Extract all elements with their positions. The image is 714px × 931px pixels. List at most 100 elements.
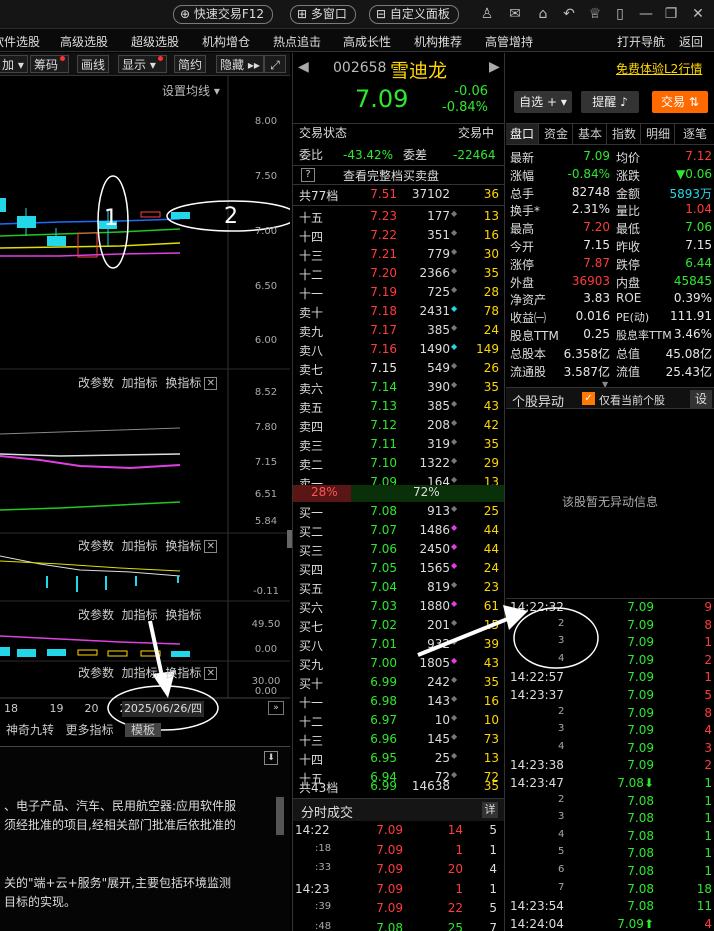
back-icon[interactable]: ↶ [561,6,577,22]
add-indicator-button[interactable]: 加指标 [122,376,158,390]
menu-item[interactable]: 机构推荐 [414,33,462,50]
help-icon[interactable]: ? [301,168,315,182]
orderbook-level[interactable]: 十二 6.97 10 ◆ 10 [293,713,504,732]
close-panel-icon[interactable]: ✕ [204,377,218,390]
tab-tick[interactable]: 逐笔 [676,124,714,144]
kline-chart-area[interactable]: 设置均线 ▾ 1 2 8.00 7.50 7.00 6.50 6.00 改参数 … [0,76,290,746]
orderbook-level[interactable]: 十一 6.98 143 ◆ 16 [293,694,504,713]
params-button[interactable]: 改参数 [78,539,114,553]
orderbook-level[interactable]: 买六 7.03 1880 ◆ 61 [293,599,504,618]
tab-index[interactable]: 指数 [608,124,641,144]
add-indicator-button[interactable]: 加指标 [122,539,158,553]
menu-item[interactable]: 机构增仓 [202,33,250,50]
tab-basic[interactable]: 基本 [574,124,607,144]
orderbook-level[interactable]: 买八 7.01 932 ◆ 39 [293,637,504,656]
add-indicator-button[interactable]: 加指标 [122,608,158,622]
quote-value: 0.016 [575,309,610,324]
tab-template[interactable]: 模板 [124,723,161,737]
switch-indicator-button[interactable]: 换指标 [165,376,201,390]
orderbook-level[interactable]: 卖九 7.17 385 ◆ 24 [293,323,504,342]
orderbook-level[interactable]: 十三 7.21 779 ◆ 30 [293,247,504,266]
orderbook-level[interactable]: 卖六 7.14 390 ◆ 35 [293,380,504,399]
menu-item[interactable]: 高级选股 [60,33,108,50]
orderbook-level[interactable]: 买五 7.04 819 ◆ 23 [293,580,504,599]
orderbook-level[interactable]: 买二 7.07 1486 ◆ 44 [293,523,504,542]
orderbook-level[interactable]: 十四 7.22 351 ◆ 16 [293,228,504,247]
minimize-icon[interactable]: — [638,6,654,22]
orderbook-level[interactable]: 买十 6.99 242 ◆ 35 [293,675,504,694]
mail-icon[interactable]: ✉ [507,6,523,22]
trade-button[interactable]: 交易 ⇅ [652,91,708,113]
tab-detail[interactable]: 明细 [642,124,675,144]
switch-indicator-button[interactable]: 换指标 [165,666,201,680]
custom-panel-button[interactable]: ⊟ 自定义面板 [369,5,459,24]
chips-button[interactable]: 筹码 [30,55,70,73]
orderbook-level[interactable]: 买一 7.08 913 ◆ 25 [293,504,504,523]
quick-trade-button[interactable]: ⊕ 快速交易F12 [173,5,274,24]
orderbook-level[interactable]: 十四 6.95 25 ◆ 13 [293,751,504,770]
tick-price: 7.08 [627,828,654,843]
menu-item[interactable]: 打开导航 [617,33,665,50]
scrollbar[interactable] [276,797,284,835]
watchlist-button[interactable]: 自选 + ▾ [514,91,572,113]
switch-indicator-button[interactable]: 换指标 [165,539,201,553]
menu-item[interactable]: 热点追击 [273,33,321,50]
detail-button[interactable]: 详 [482,802,498,818]
multi-window-button[interactable]: ⊞ 多窗口 [290,5,356,24]
add-indicator-button[interactable]: 加指标 [122,666,158,680]
next-stock-icon[interactable]: ▶ [489,59,500,75]
tab-magic-nine[interactable]: 神奇九转 [6,723,54,737]
orderbook-level[interactable]: 卖五 7.13 385 ◆ 43 [293,399,504,418]
draw-line-button[interactable]: 画线 [77,55,110,73]
orderbook-level[interactable]: 十三 6.96 145 ◆ 73 [293,732,504,751]
only-current-checkbox[interactable]: ✓ [582,392,595,405]
orderbook-level[interactable]: 卖八 7.16 1490 ◆ 149 [293,342,504,361]
params-button[interactable]: 改参数 [78,608,114,622]
add-dropdown[interactable]: 加 ▾ [0,55,28,73]
orderbook-level[interactable]: 买九 7.00 1805 ◆ 43 [293,656,504,675]
orderbook-level[interactable]: 买三 7.06 2450 ◆ 44 [293,542,504,561]
orderbook-level[interactable]: 卖十 7.18 2431 ◆ 78 [293,304,504,323]
view-full-book-button[interactable]: ? 查看完整档买卖盘 [293,165,504,185]
fullscreen-icon[interactable]: ⤢ [264,55,286,73]
params-button[interactable]: 改参数 [78,376,114,390]
orderbook-level[interactable]: 买四 7.05 1565 ◆ 24 [293,561,504,580]
menu-item[interactable]: 高管增持 [485,33,533,50]
tab-orderbook[interactable]: 盘口 [506,124,539,144]
switch-indicator-button[interactable]: 换指标 [165,608,201,622]
tab-more-indicators[interactable]: 更多指标 [65,723,113,737]
params-button[interactable]: 改参数 [78,666,114,680]
menu-item[interactable]: 返回 [679,33,703,50]
menu-item[interactable]: 软件选股 [0,33,40,50]
hide-button[interactable]: 隐藏 ▸▸ [216,55,264,73]
tab-funds[interactable]: 资金 [540,124,573,144]
collapse-icon[interactable]: ⬇ [264,751,278,765]
prev-stock-icon[interactable]: ◀ [298,59,309,75]
menu-item[interactable]: 超级选股 [131,33,179,50]
orderbook-level[interactable]: 卖二 7.10 1322 ◆ 29 [293,456,504,475]
orderbook-level[interactable]: 十五 7.23 177 ◆ 13 [293,209,504,228]
display-dropdown[interactable]: 显示 ▾ [118,55,167,73]
home-icon[interactable]: ⌂ [535,6,551,22]
orderbook-level[interactable]: 十二 7.20 2366 ◆ 35 [293,266,504,285]
close-icon[interactable]: ✕ [690,6,706,22]
ma-setting-dropdown[interactable]: 设置均线 ▾ [162,82,220,99]
shirt-icon[interactable]: ♕ [587,6,603,22]
close-panel-icon[interactable]: ✕ [204,667,218,680]
orderbook-level[interactable]: 卖四 7.12 208 ◆ 42 [293,418,504,437]
close-panel-icon[interactable]: ✕ [204,540,218,553]
orderbook-level[interactable]: 卖七 7.15 549 ◆ 26 [293,361,504,380]
simple-button[interactable]: 简约 [174,55,207,73]
settings-button[interactable]: 设 [690,390,712,408]
restore-icon[interactable]: ❐ [663,6,679,22]
lock-icon[interactable]: ▯ [612,6,628,22]
orderbook-level[interactable]: 卖三 7.11 319 ◆ 35 [293,437,504,456]
level-volume: 201 [427,618,450,632]
orderbook-level[interactable]: 买七 7.02 201 ◆ 15 [293,618,504,637]
free-l2-link[interactable]: 免费体验L2行情 [616,60,702,77]
orderbook-level[interactable]: 十一 7.19 725 ◆ 28 [293,285,504,304]
user-icon[interactable]: ♙ [479,6,495,22]
scroll-right-icon[interactable]: » [268,701,284,715]
menu-item[interactable]: 高成长性 [343,33,391,50]
alert-button[interactable]: 提醒 ♪ [581,91,639,113]
